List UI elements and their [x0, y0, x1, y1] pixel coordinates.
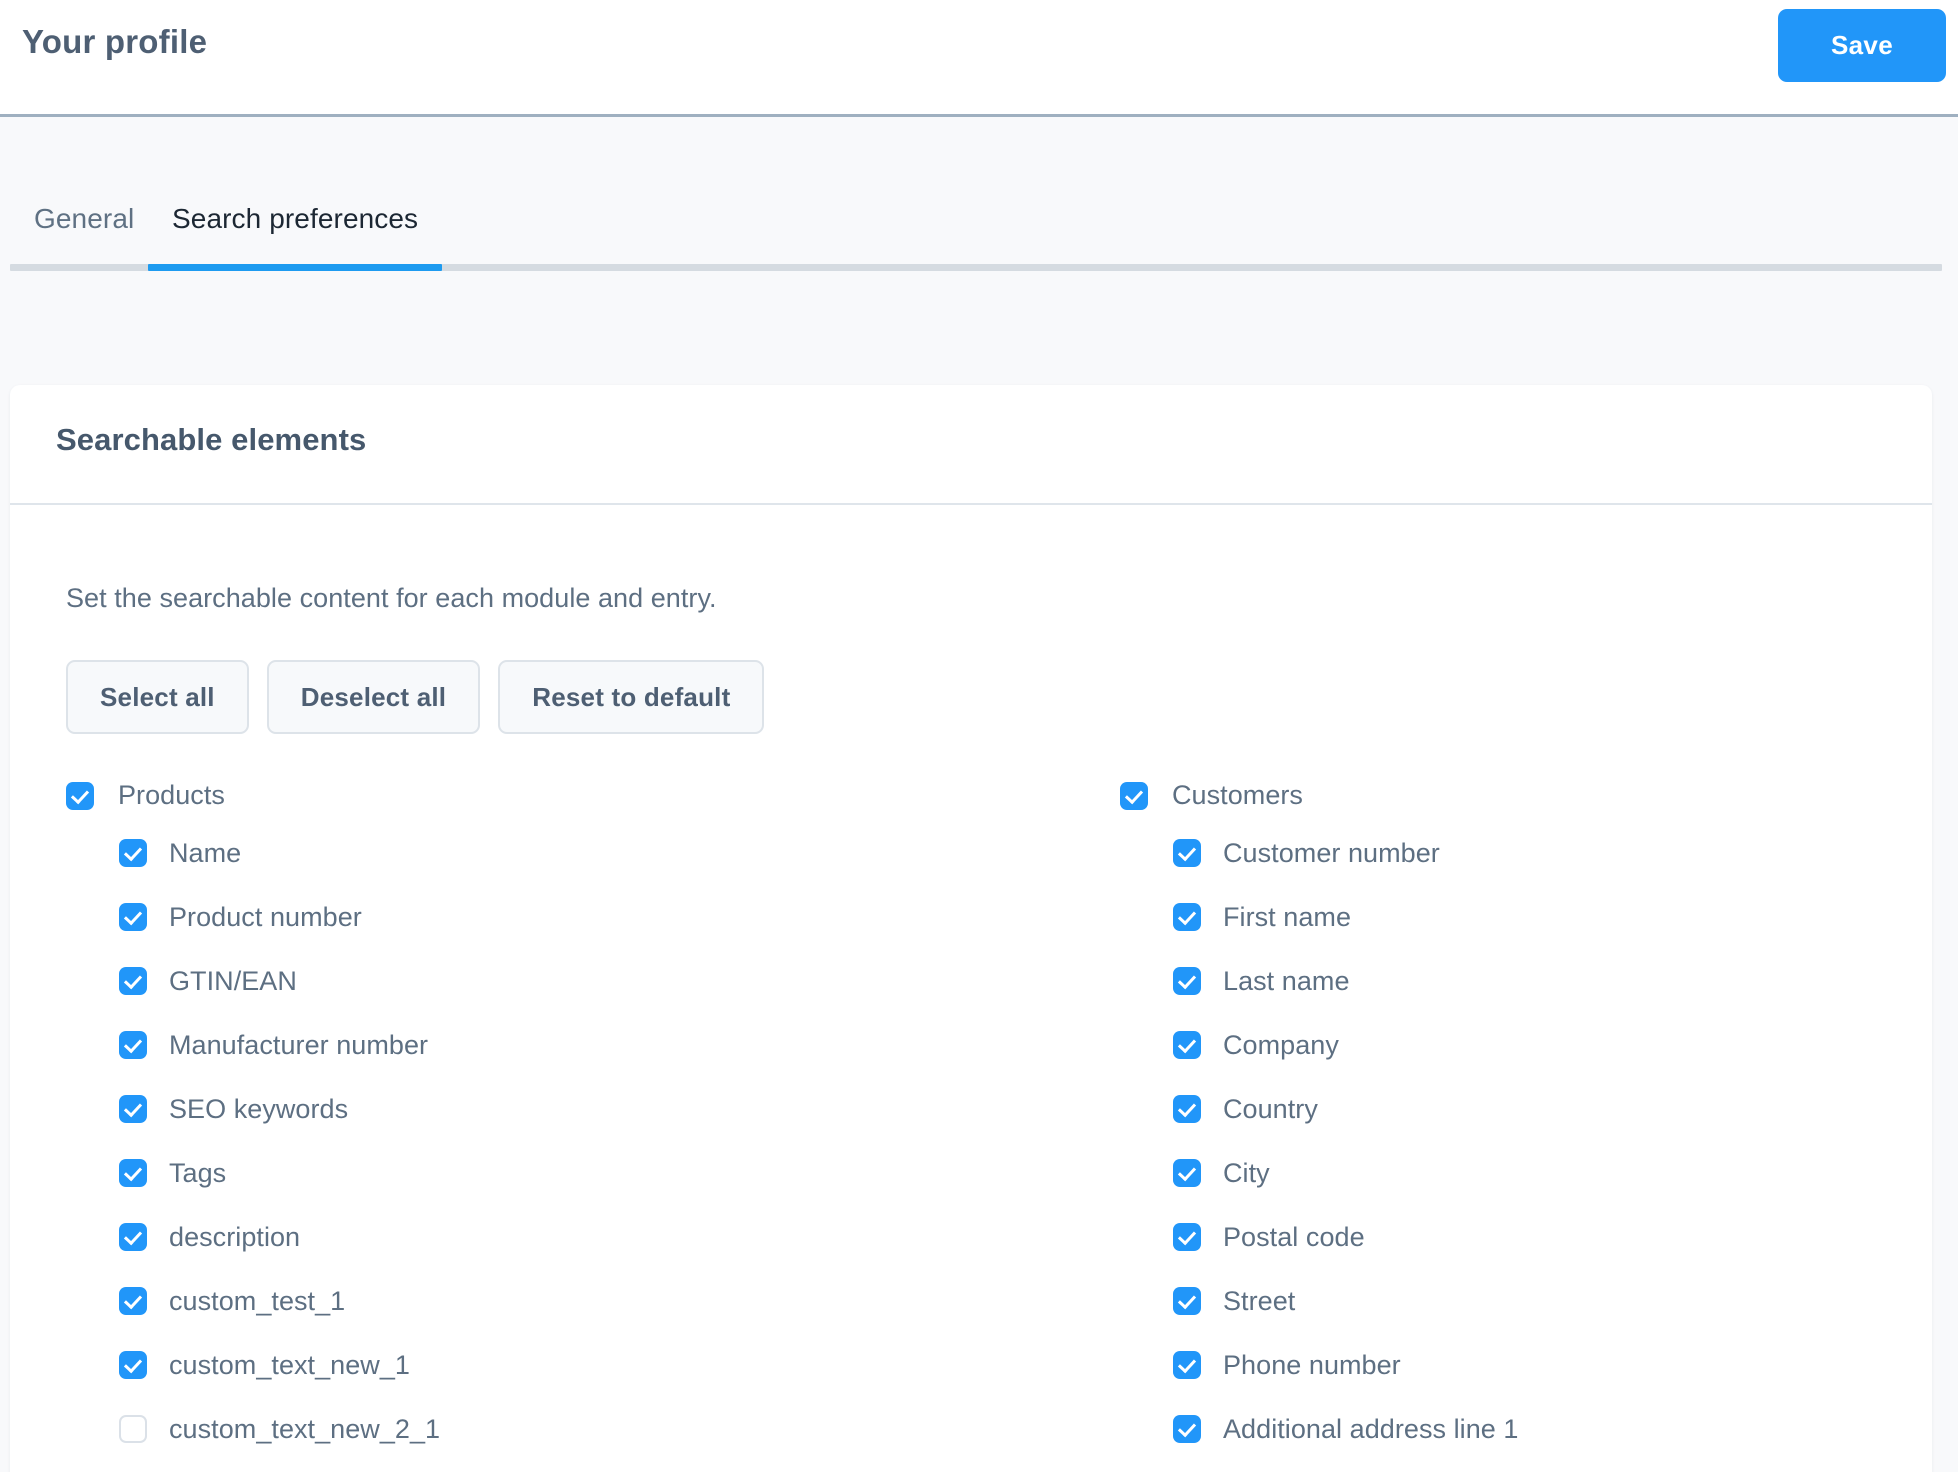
- checkbox-label: Manufacturer number: [169, 1029, 429, 1060]
- checkbox-checked-tags[interactable]: [119, 1159, 147, 1187]
- list-item[interactable]: City: [1120, 1141, 1932, 1205]
- checkbox-label: Tags: [169, 1157, 227, 1188]
- checkbox-unchecked-custom-text-new-2-1[interactable]: [119, 1415, 147, 1443]
- checkbox-checked-seo-keywords[interactable]: [119, 1095, 147, 1123]
- list-item[interactable]: Phone number: [1120, 1333, 1932, 1397]
- checkbox-checked-postal-code[interactable]: [1173, 1223, 1201, 1251]
- card-description: Set the searchable content for each modu…: [66, 583, 717, 613]
- save-button[interactable]: Save: [1778, 9, 1946, 82]
- group-row[interactable]: Products: [10, 770, 1120, 821]
- list-item[interactable]: Last name: [1120, 949, 1932, 1013]
- list-item[interactable]: description: [10, 1205, 1120, 1269]
- checkbox-label: First name: [1223, 901, 1352, 932]
- active-tab-underline: [148, 264, 443, 271]
- checkbox-label: Phone number: [1223, 1349, 1401, 1380]
- checkbox-label: custom_test_1: [169, 1285, 346, 1316]
- checkbox-checked-country[interactable]: [1173, 1095, 1201, 1123]
- list-item[interactable]: Product number: [10, 885, 1120, 949]
- checkbox-label: Street: [1223, 1285, 1296, 1316]
- tab-search-preferences[interactable]: Search preferences: [172, 174, 418, 264]
- checkbox-checked-customers[interactable]: [1120, 781, 1148, 810]
- list-item[interactable]: custom_text_new_1: [10, 1333, 1120, 1397]
- checkbox-label: description: [169, 1221, 301, 1252]
- checkbox-checked-gtin-ean[interactable]: [119, 967, 147, 995]
- checkbox-label: Customer number: [1223, 837, 1440, 868]
- list-item[interactable]: Customer number: [1120, 821, 1932, 885]
- group-row[interactable]: Customers: [1120, 770, 1932, 821]
- list-item[interactable]: GTIN/EAN: [10, 949, 1120, 1013]
- tab-bar: General Search preferences: [0, 150, 1958, 271]
- list-item[interactable]: custom_test_1: [10, 1269, 1120, 1333]
- list-item[interactable]: First name: [1120, 885, 1932, 949]
- checkbox-checked-custom-text-new-1[interactable]: [119, 1351, 147, 1379]
- card-title: Searchable elements: [56, 422, 367, 457]
- profile-search-preferences-page: Your profile Save General Search prefere…: [0, 0, 1958, 1472]
- checkbox-checked-description[interactable]: [119, 1223, 147, 1251]
- list-item[interactable]: Street: [1120, 1269, 1932, 1333]
- checkbox-checked-manufacturer-number[interactable]: [119, 1031, 147, 1059]
- checkbox-checked-additional-address-line-1[interactable]: [1173, 1415, 1201, 1443]
- list-item[interactable]: Tags: [10, 1141, 1120, 1205]
- checkbox-label: SEO keywords: [169, 1093, 349, 1124]
- checkbox-checked-street[interactable]: [1173, 1287, 1201, 1315]
- checkbox-label: Postal code: [1223, 1221, 1365, 1252]
- checkbox-columns: Products Name Product number GTIN/EAN Manufa…: [10, 770, 1932, 1461]
- checkbox-checked-name[interactable]: [119, 839, 147, 867]
- checkbox-checked-last-name[interactable]: [1173, 967, 1201, 995]
- list-item[interactable]: SEO keywords: [10, 1077, 1120, 1141]
- bulk-actions: Select all Deselect all Reset to default: [66, 660, 765, 734]
- checkbox-label: GTIN/EAN: [169, 965, 297, 996]
- page-title: Your profile: [22, 23, 208, 60]
- checkbox-checked-city[interactable]: [1173, 1159, 1201, 1187]
- checkbox-label: Company: [1223, 1029, 1339, 1060]
- column-customers: Customers Customer number First name Last n…: [1120, 770, 1932, 1461]
- checkbox-label: custom_text_new_2_1: [169, 1413, 441, 1444]
- checkbox-label: Name: [169, 837, 242, 868]
- checkbox-label: City: [1223, 1157, 1270, 1188]
- searchable-elements-card: Searchable elements Set the searchable c…: [10, 385, 1932, 1472]
- checkbox-checked-custom-test-1[interactable]: [119, 1287, 147, 1315]
- list-item[interactable]: custom_text_new_2_1: [10, 1397, 1120, 1461]
- list-item[interactable]: Manufacturer number: [10, 1013, 1120, 1077]
- reset-to-default-button[interactable]: Reset to default: [498, 660, 765, 734]
- checkbox-label: Products: [118, 780, 225, 810]
- checkbox-label: Customers: [1172, 780, 1303, 810]
- list-item[interactable]: Additional address line 1: [1120, 1397, 1932, 1461]
- checkbox-label: custom_text_new_1: [169, 1349, 410, 1380]
- list-item[interactable]: Country: [1120, 1077, 1932, 1141]
- tab-general[interactable]: General: [34, 174, 134, 264]
- checkbox-label: Product number: [169, 901, 362, 932]
- checkbox-label: Country: [1223, 1093, 1318, 1124]
- top-header-bar: Your profile Save: [0, 0, 1958, 117]
- deselect-all-button[interactable]: Deselect all: [266, 660, 481, 734]
- checkbox-checked-company[interactable]: [1173, 1031, 1201, 1059]
- column-products: Products Name Product number GTIN/EAN Manufa…: [10, 770, 1120, 1461]
- checkbox-checked-products[interactable]: [66, 781, 94, 810]
- list-item[interactable]: Postal code: [1120, 1205, 1932, 1269]
- checkbox-checked-phone-number[interactable]: [1173, 1351, 1201, 1379]
- checkbox-label: Last name: [1223, 965, 1350, 996]
- checkbox-label: Additional address line 1: [1223, 1413, 1519, 1444]
- select-all-button[interactable]: Select all: [66, 660, 249, 734]
- checkbox-checked-customer-number[interactable]: [1173, 839, 1201, 867]
- checkbox-checked-product-number[interactable]: [119, 903, 147, 931]
- checkbox-checked-first-name[interactable]: [1173, 903, 1201, 931]
- list-item[interactable]: Company: [1120, 1013, 1932, 1077]
- card-header: Searchable elements: [10, 385, 1932, 505]
- list-item[interactable]: Name: [10, 821, 1120, 885]
